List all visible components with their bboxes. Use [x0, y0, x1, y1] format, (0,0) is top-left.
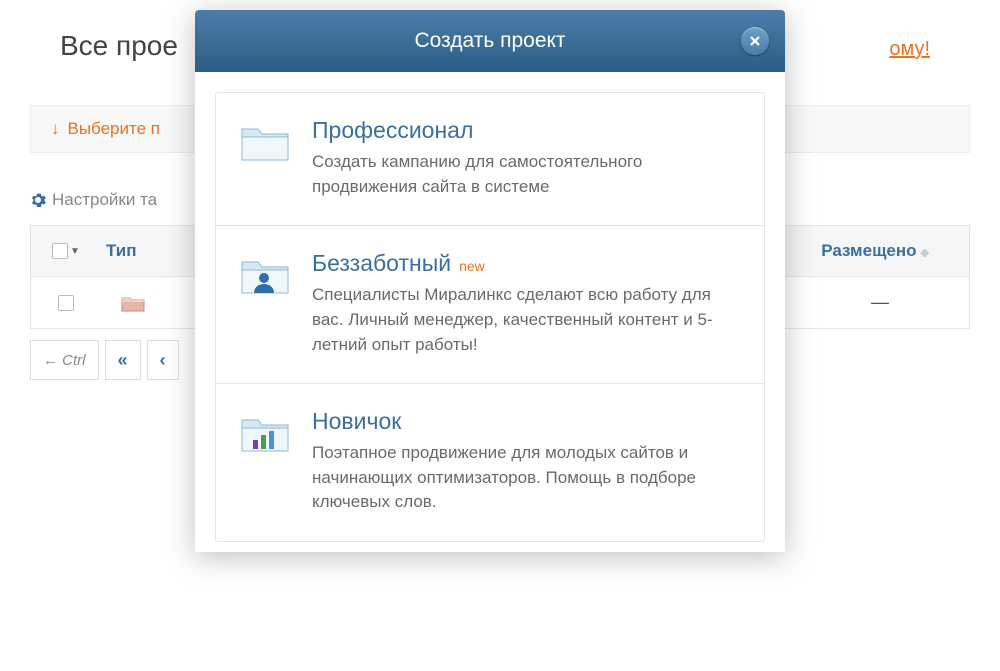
option-title: Новичок	[312, 408, 401, 435]
row-placed-value: —	[871, 292, 969, 313]
new-badge: new	[459, 258, 485, 274]
option-professional[interactable]: Профессионал Создать кампанию для самост…	[216, 93, 764, 226]
chevron-down-icon: ▼	[70, 246, 80, 257]
modal-title: Создать проект	[414, 29, 565, 53]
folder-chart-icon	[240, 408, 298, 515]
down-arrow-icon: ↓	[51, 119, 60, 139]
gear-icon	[30, 192, 46, 208]
pager-first-button[interactable]: «	[105, 340, 141, 380]
option-desc: Специалисты Миралинкс сделают всю работу…	[312, 283, 736, 357]
column-placed[interactable]: Размещено◆	[821, 241, 969, 261]
create-project-modal: Создать проект Профессионал Создать камп…	[195, 10, 785, 552]
option-title: Беззаботный	[312, 250, 451, 277]
close-icon	[748, 34, 762, 48]
option-desc: Поэтапное продвижение для молодых сайтов…	[312, 441, 736, 515]
close-button[interactable]	[741, 27, 769, 55]
option-title: Профессионал	[312, 117, 473, 144]
table-settings-link[interactable]: Настройки та	[30, 190, 157, 210]
pager-prev-button[interactable]: ‹	[147, 340, 179, 380]
folder-icon	[121, 294, 145, 312]
help-link[interactable]: ому!	[889, 38, 930, 61]
settings-label: Настройки та	[52, 190, 157, 210]
page-title: Все прое	[60, 30, 178, 62]
option-desc: Создать кампанию для самостоятельного пр…	[312, 150, 736, 199]
column-type[interactable]: Тип	[101, 241, 136, 261]
modal-header: Создать проект	[195, 10, 785, 72]
project-type-options: Профессионал Создать кампанию для самост…	[215, 92, 765, 542]
pagination: ← Ctrl « ‹	[30, 340, 179, 380]
sort-icon: ◆	[921, 247, 929, 259]
filter-text: Выберите п	[68, 119, 161, 139]
option-carefree[interactable]: Беззаботный new Специалисты Миралинкс сд…	[216, 226, 764, 384]
folder-person-icon	[240, 250, 298, 357]
option-newbie[interactable]: Новичок Поэтапное продвижение для молоды…	[216, 384, 764, 541]
pager-ctrl-hint: ← Ctrl	[30, 340, 99, 380]
row-checkbox[interactable]	[31, 295, 101, 311]
select-all-checkbox[interactable]: ▼	[31, 243, 101, 259]
folder-plain-icon	[240, 117, 298, 199]
